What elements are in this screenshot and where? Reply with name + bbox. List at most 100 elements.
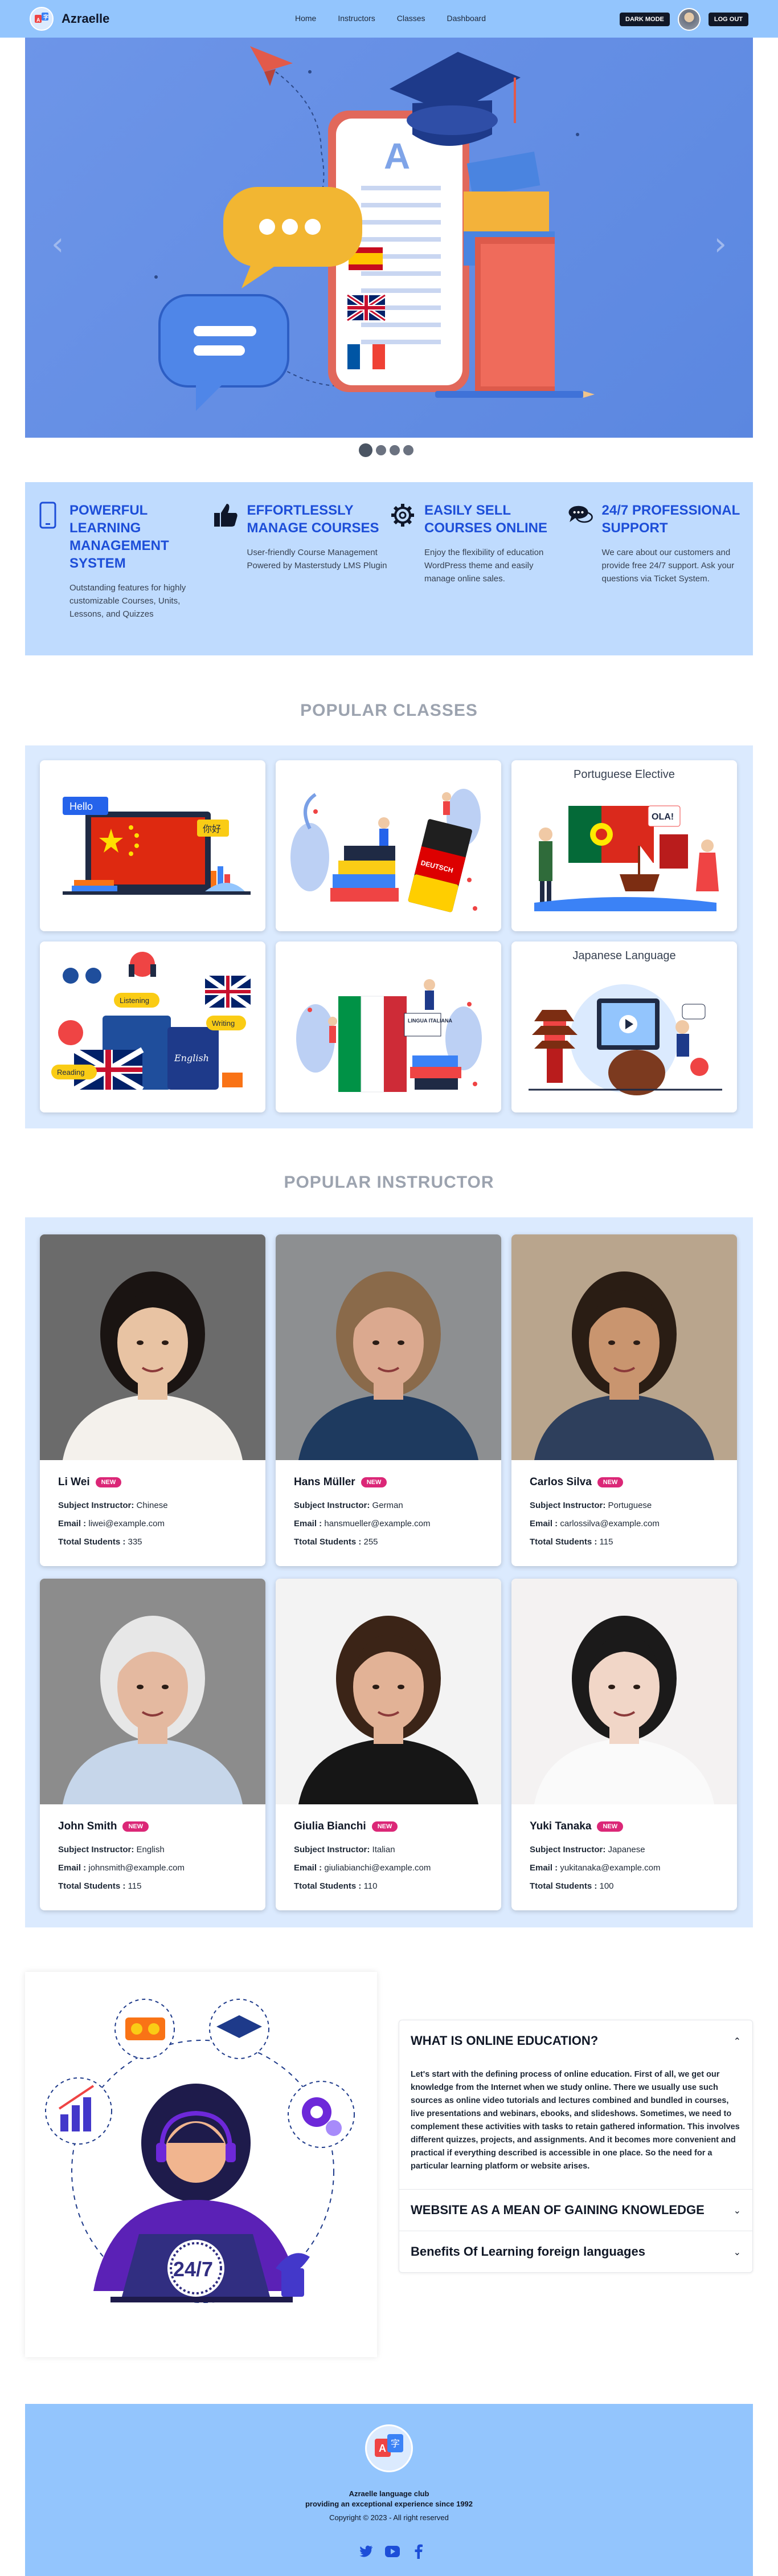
email-value: yukitanaka@example.com bbox=[560, 1863, 661, 1873]
email-label: Email : bbox=[294, 1519, 322, 1529]
feature-title: Effortlessly Manage Courses bbox=[247, 503, 379, 536]
instructor-card[interactable]: Carlos Silva NEW Subject Instructor: Por… bbox=[511, 1234, 737, 1566]
instructor-photo bbox=[40, 1234, 265, 1460]
faq-toggle[interactable]: WEBSITE AS A MEAN OF GAINING KNOWLEDGE ⌄ bbox=[399, 2190, 752, 2231]
user-avatar[interactable] bbox=[677, 8, 701, 31]
feature-desc: User-friendly Course Management Powered … bbox=[247, 548, 387, 570]
nav-link-classes[interactable]: Classes bbox=[397, 14, 425, 23]
instructor-name: Yuki Tanaka bbox=[530, 1820, 592, 1832]
footer: A字 Azraelle language club providing an e… bbox=[25, 2404, 753, 2576]
class-card-portuguese[interactable]: Portuguese Elective OLA! bbox=[511, 760, 737, 931]
instructor-card[interactable]: Li Wei NEW Subject Instructor: Chinese E… bbox=[40, 1234, 265, 1566]
faq-title: WHAT IS ONLINE EDUCATION? bbox=[411, 2033, 599, 2048]
class-card-english[interactable]: English Listening Writing Reading bbox=[40, 941, 265, 1112]
new-badge: NEW bbox=[371, 1821, 398, 1832]
main-nav: Home Instructors Classes Dashboard bbox=[295, 14, 486, 23]
faq-toggle[interactable]: Benefits Of Learning foreign languages ⌄ bbox=[399, 2231, 752, 2272]
faq-toggle[interactable]: WHAT IS ONLINE EDUCATION? ⌃ bbox=[399, 2020, 752, 2061]
instructor-card[interactable]: John Smith NEW Subject Instructor: Engli… bbox=[40, 1579, 265, 1910]
instructor-email: Email : carlossilva@example.com bbox=[530, 1515, 719, 1533]
feature-desc: We care about our customers and provide … bbox=[601, 548, 735, 584]
gear-icon bbox=[389, 502, 416, 529]
carousel-dot-1[interactable] bbox=[359, 443, 372, 457]
twitter-icon[interactable] bbox=[359, 2544, 374, 2559]
faq-answer: Let's start with the defining process of… bbox=[411, 2070, 740, 2171]
navbar: A字 Azraelle Home Instructors Classes Das… bbox=[0, 0, 778, 38]
facebook-icon[interactable] bbox=[411, 2544, 426, 2559]
email-label: Email : bbox=[294, 1863, 322, 1873]
subject-value: Portuguese bbox=[608, 1501, 652, 1510]
nav-link-instructors[interactable]: Instructors bbox=[338, 14, 375, 23]
instructor-photo bbox=[276, 1234, 501, 1460]
carousel-dot-4[interactable] bbox=[403, 445, 413, 455]
students-label: Ttotal Students : bbox=[58, 1537, 126, 1547]
instructor-email: Email : liwei@example.com bbox=[58, 1515, 247, 1533]
carousel-dot-3[interactable] bbox=[390, 445, 400, 455]
svg-text:字: 字 bbox=[43, 14, 48, 20]
new-badge: NEW bbox=[361, 1477, 387, 1487]
chevron-down-icon: ⌄ bbox=[733, 2246, 741, 2257]
svg-text:A: A bbox=[36, 17, 40, 23]
footer-tagline: providing an exceptional experience sinc… bbox=[305, 2500, 473, 2508]
instructor-name: Li Wei bbox=[58, 1476, 90, 1488]
instructor-students: Ttotal Students : 255 bbox=[294, 1533, 483, 1551]
instructor-name: John Smith bbox=[58, 1820, 117, 1832]
feature-manage: Effortlessly Manage Courses User-friendl… bbox=[212, 502, 390, 655]
instructor-card[interactable]: Hans Müller NEW Subject Instructor: Germ… bbox=[276, 1234, 501, 1566]
class-sign: OLA! bbox=[652, 812, 674, 822]
instructor-name: Hans Müller bbox=[294, 1476, 355, 1488]
email-value: liwei@example.com bbox=[88, 1519, 165, 1529]
youtube-icon[interactable] bbox=[385, 2544, 400, 2559]
students-label: Ttotal Students : bbox=[294, 1537, 362, 1547]
students-value: 335 bbox=[128, 1537, 142, 1547]
students-label: Ttotal Students : bbox=[294, 1881, 362, 1891]
instructor-subject: Subject Instructor: Portuguese bbox=[530, 1497, 719, 1515]
class-card-chinese[interactable]: Hello 你好 bbox=[40, 760, 265, 931]
class-sign: Writing bbox=[212, 1019, 235, 1028]
carousel-dot-2[interactable] bbox=[376, 445, 386, 455]
dark-mode-button[interactable]: DARK MODE bbox=[620, 13, 670, 26]
support-illustration: 24/7 bbox=[25, 1972, 377, 2357]
feature-title: Easily Sell Courses Online bbox=[424, 503, 548, 536]
class-card-italian[interactable]: LINGUA ITALIANA bbox=[276, 941, 501, 1112]
feature-title: 24/7 Professional Support bbox=[601, 503, 740, 536]
email-label: Email : bbox=[58, 1519, 87, 1529]
new-badge: NEW bbox=[95, 1477, 122, 1487]
hero-carousel: A ‹ › bbox=[25, 38, 753, 438]
thumbs-up-icon bbox=[212, 502, 239, 529]
class-card-japanese[interactable]: Japanese Language bbox=[511, 941, 737, 1112]
new-badge: NEW bbox=[597, 1821, 624, 1832]
subject-label: Subject Instructor: bbox=[294, 1501, 370, 1510]
students-value: 115 bbox=[599, 1537, 613, 1547]
brand[interactable]: A字 Azraelle bbox=[30, 7, 109, 31]
class-title: Japanese Language bbox=[572, 949, 676, 962]
email-value: johnsmith@example.com bbox=[88, 1863, 185, 1873]
feature-sell: Easily Sell Courses Online Enjoy the fle… bbox=[389, 502, 567, 655]
portuguese-class-illustration: OLA! bbox=[534, 805, 719, 911]
classes-grid: Hello 你好 DEUTSCH Portuguese Elective OLA… bbox=[25, 745, 753, 1128]
features-section: Powerful Learning Management System Outs… bbox=[25, 482, 753, 655]
instructor-email: Email : yukitanaka@example.com bbox=[530, 1859, 719, 1877]
instructor-subject: Subject Instructor: German bbox=[294, 1497, 483, 1515]
feature-desc: Enjoy the flexibility of education WordP… bbox=[424, 548, 544, 584]
class-card-german[interactable]: DEUTSCH bbox=[276, 760, 501, 931]
carousel-prev-icon[interactable]: ‹ bbox=[51, 226, 64, 263]
english-class-illustration: English Listening Writing Reading bbox=[51, 952, 252, 1093]
instructor-card[interactable]: Giulia Bianchi NEW Subject Instructor: I… bbox=[276, 1579, 501, 1910]
nav-link-dashboard[interactable]: Dashboard bbox=[447, 14, 486, 23]
carousel-next-icon[interactable]: › bbox=[714, 226, 727, 263]
nav-link-home[interactable]: Home bbox=[295, 14, 316, 23]
logout-button[interactable]: LOG OUT bbox=[708, 13, 748, 26]
class-sign: English bbox=[174, 1053, 209, 1063]
instructor-photo bbox=[511, 1234, 737, 1460]
instructor-photo bbox=[276, 1579, 501, 1804]
subject-label: Subject Instructor: bbox=[58, 1501, 134, 1510]
chat-icon bbox=[567, 502, 594, 529]
brand-name: Azraelle bbox=[62, 11, 110, 26]
instructor-subject: Subject Instructor: Chinese bbox=[58, 1497, 247, 1515]
instructor-card[interactable]: Yuki Tanaka NEW Subject Instructor: Japa… bbox=[511, 1579, 737, 1910]
class-sign: 你好 bbox=[203, 824, 221, 834]
instructor-students: Ttotal Students : 335 bbox=[58, 1533, 247, 1551]
brand-logo: A字 bbox=[30, 7, 54, 31]
students-value: 110 bbox=[363, 1881, 378, 1891]
